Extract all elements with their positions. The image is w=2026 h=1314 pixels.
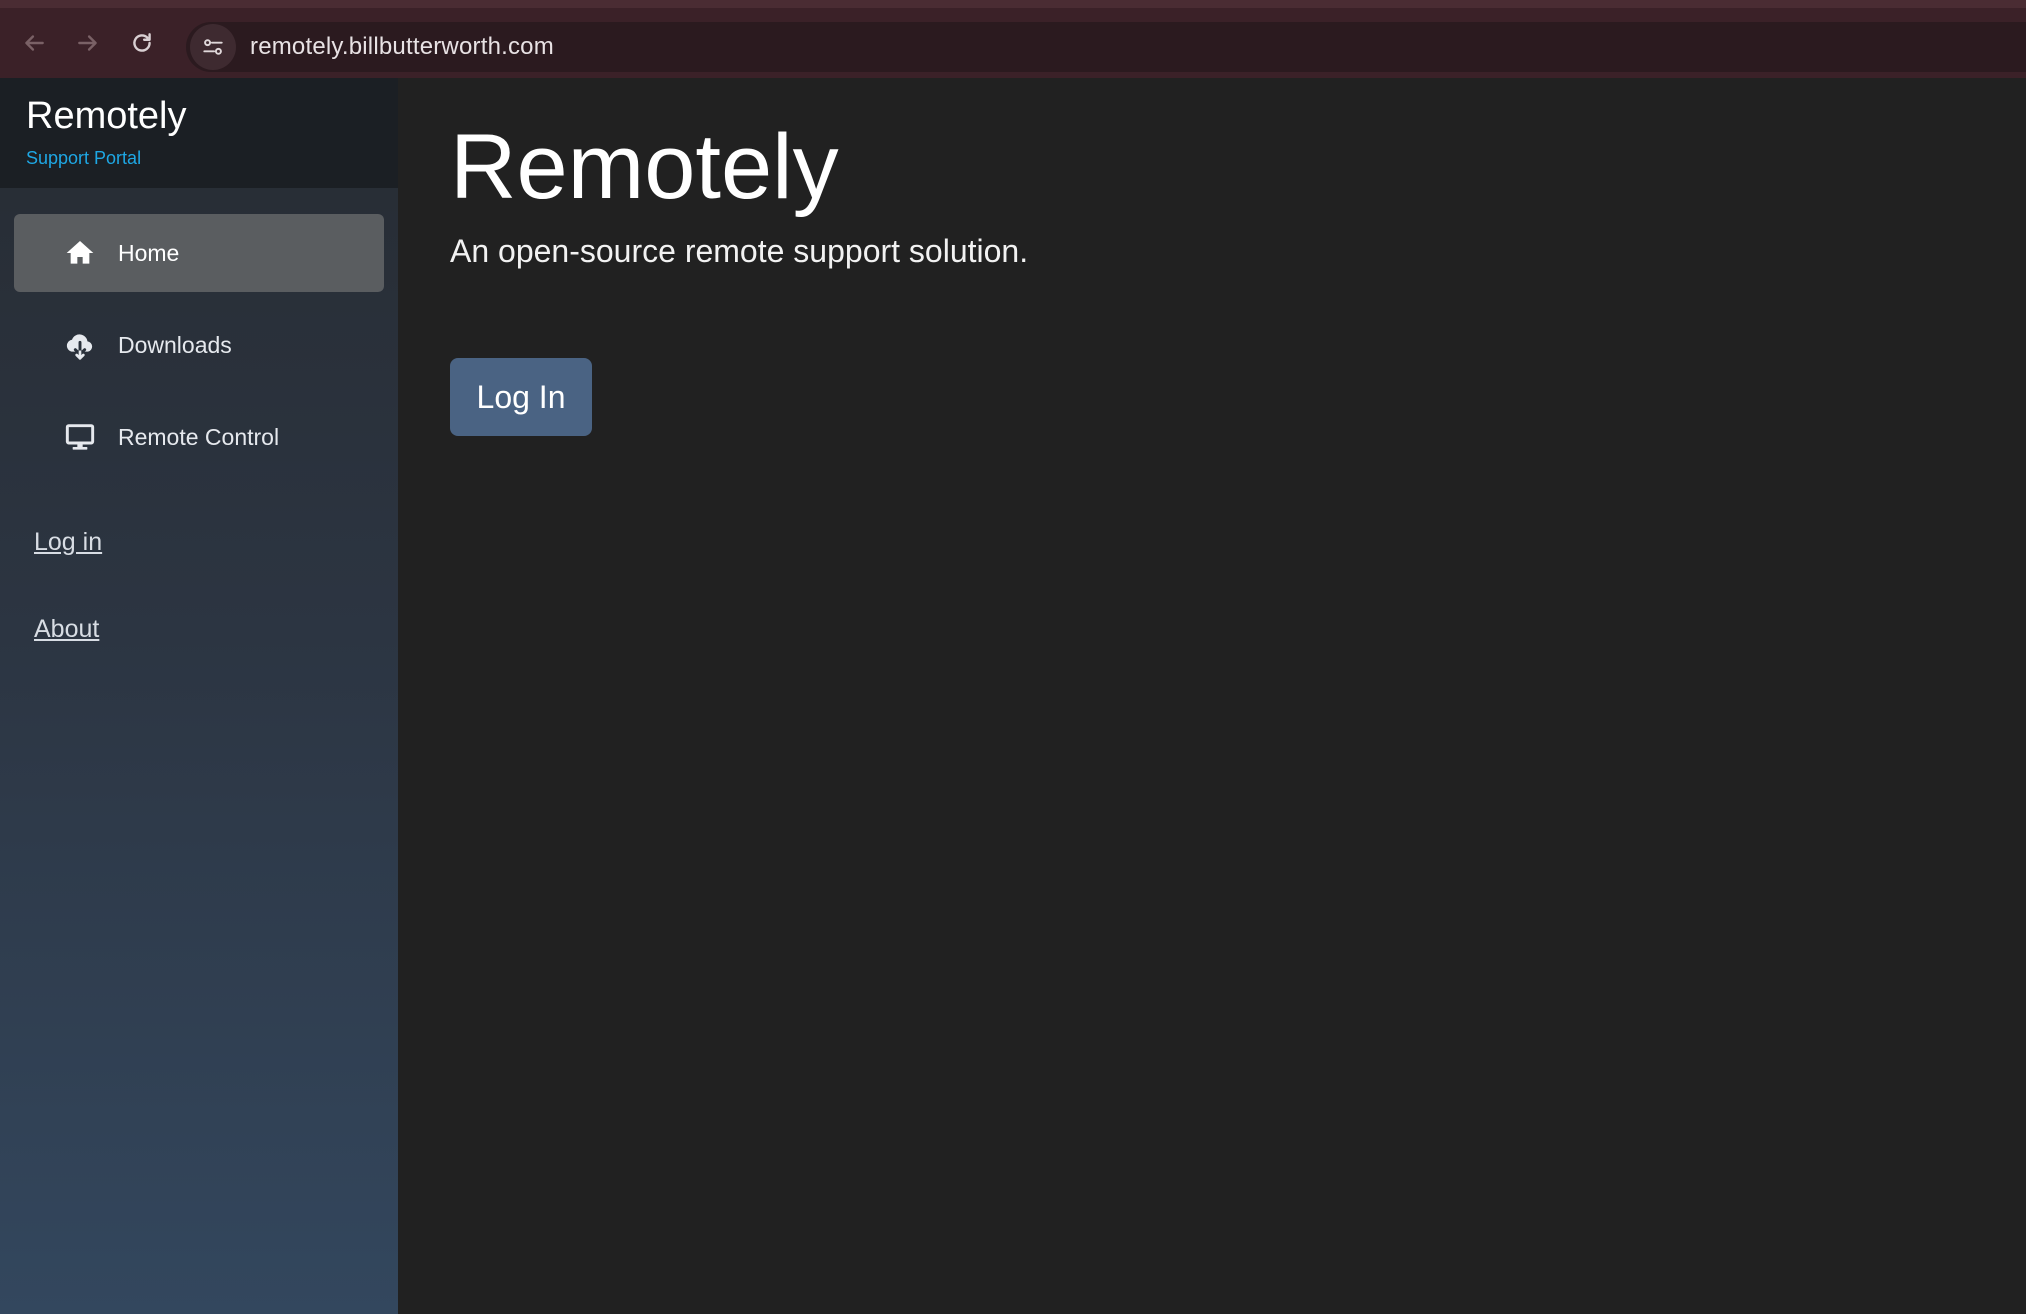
nav-list: Home Downloads Remote Control	[0, 188, 398, 476]
sidebar-item-label: Home	[118, 239, 180, 266]
site-settings-button[interactable]	[190, 24, 236, 70]
sidebar-item-remote-control[interactable]: Remote Control	[14, 398, 384, 476]
page-title: Remotely	[450, 116, 839, 218]
brand-header: Remotely Support Portal	[0, 78, 398, 188]
url-text[interactable]: remotely.billbutterworth.com	[250, 33, 554, 61]
page-subtitle: An open-source remote support solution.	[450, 233, 1029, 269]
back-button[interactable]	[14, 23, 54, 63]
login-link[interactable]: Log in	[34, 528, 398, 557]
reload-icon	[133, 33, 151, 52]
brand-title[interactable]: Remotely	[26, 94, 398, 138]
sidebar-item-home[interactable]: Home	[14, 214, 384, 292]
forward-button[interactable]	[68, 23, 108, 63]
main-content: Remotely An open-source remote support s…	[398, 78, 2026, 1314]
brand-subtitle: Support Portal	[26, 148, 142, 168]
sidebar-item-downloads[interactable]: Downloads	[14, 306, 384, 384]
login-button[interactable]: Log In	[450, 358, 592, 436]
sidebar-item-label: Remote Control	[118, 423, 280, 450]
address-bar[interactable]: remotely.billbutterworth.com	[186, 22, 2026, 72]
reload-button[interactable]	[122, 23, 162, 63]
home-icon	[64, 237, 96, 269]
about-link[interactable]: About	[34, 615, 398, 644]
site-settings-icon	[203, 39, 223, 55]
cloud-download-icon	[64, 329, 96, 361]
arrow-left-icon	[25, 35, 44, 51]
browser-toolbar: remotely.billbutterworth.com	[0, 0, 2026, 78]
sidebar: Remotely Support Portal Home Downloads R…	[0, 78, 398, 1314]
monitor-icon	[64, 421, 96, 453]
sidebar-links: Log in About	[0, 490, 398, 644]
sidebar-item-label: Downloads	[118, 331, 232, 358]
arrow-right-icon	[78, 35, 97, 51]
